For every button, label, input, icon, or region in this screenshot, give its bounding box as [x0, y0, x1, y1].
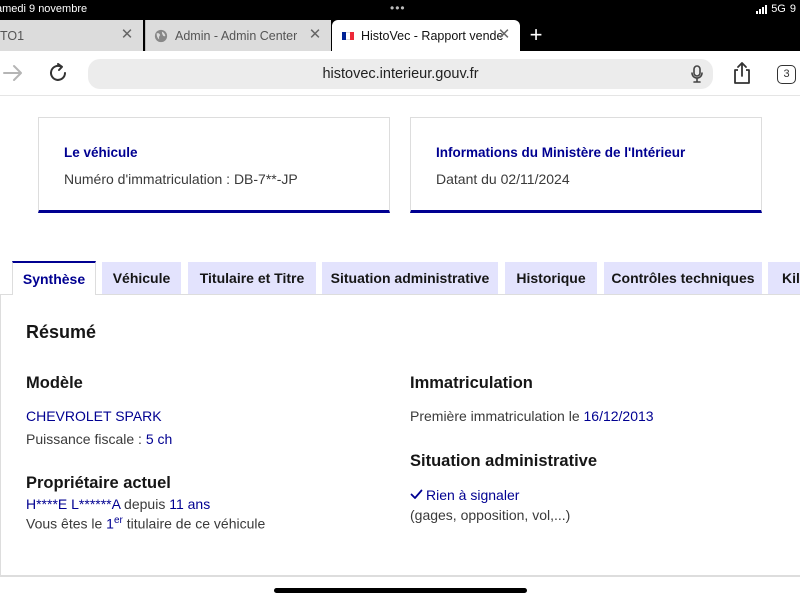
- home-indicator[interactable]: [274, 588, 527, 593]
- check-icon: [410, 489, 423, 499]
- tab-vehicule[interactable]: Véhicule: [102, 262, 181, 294]
- owner-line: H****E L******A depuis 11 ans: [26, 496, 210, 512]
- owner-rank-prefix: Vous êtes le: [26, 515, 107, 532]
- owner-rank: Vous êtes le 1er titulaire de ce véhicul…: [26, 515, 265, 532]
- tab-titulaire-et-titre[interactable]: Titulaire et Titre: [188, 262, 316, 294]
- divider: [0, 576, 800, 577]
- tab-controles-techniques[interactable]: Contrôles techniques: [604, 262, 762, 294]
- reload-icon[interactable]: [47, 62, 69, 84]
- microphone-icon[interactable]: [691, 65, 703, 83]
- model-heading: Modèle: [26, 374, 83, 392]
- ministry-card: Informations du Ministère de l'Intérieur…: [410, 117, 762, 213]
- registration-number-text: Numéro d'immatriculation : DB-7**-JP: [64, 171, 298, 187]
- tab-historique[interactable]: Historique: [505, 262, 597, 294]
- close-tab-icon[interactable]: ✕: [119, 27, 135, 43]
- admin-status: Rien à signaler: [410, 487, 519, 503]
- model-name: CHEVROLET SPARK: [26, 408, 162, 424]
- report-tabs: Synthèse Véhicule Titulaire et Titre Sit…: [0, 261, 800, 295]
- new-tab-button[interactable]: +: [526, 24, 546, 46]
- close-tab-icon[interactable]: ✕: [496, 27, 512, 43]
- browser-tab-title: TO1: [0, 28, 25, 43]
- report-date-text: Datant du 02/11/2024: [436, 171, 570, 187]
- owner-name: H****E L******A: [26, 496, 121, 512]
- ministry-card-title: Informations du Ministère de l'Intérieur: [436, 145, 686, 160]
- signal-icon: [756, 4, 768, 14]
- fiscal-power: Puissance fiscale : 5 ch: [26, 431, 172, 447]
- admin-status-details: (gages, opposition, vol,...): [410, 507, 571, 523]
- browser-tab-2[interactable]: Admin - Admin Center ✕: [145, 20, 331, 51]
- share-icon[interactable]: [732, 61, 752, 85]
- owner-rank-number: 1: [106, 515, 114, 532]
- owner-heading: Propriétaire actuel: [26, 474, 171, 492]
- tab-kilometrage[interactable]: Kilo: [768, 262, 800, 294]
- summary-title: Résumé: [26, 322, 97, 342]
- owner-rank-suffix: titulaire de ce véhicule: [122, 515, 266, 532]
- forward-arrow-icon[interactable]: [2, 63, 24, 83]
- close-tab-icon[interactable]: ✕: [307, 27, 323, 43]
- fiscal-power-value: 5 ch: [145, 431, 173, 447]
- address-bar[interactable]: histovec.interieur.gouv.fr: [88, 59, 713, 89]
- status-bar: amedi 9 novembre ••• 5G 9: [0, 0, 800, 20]
- owner-since-value: 11 ans: [169, 496, 211, 512]
- browser-tab-title: Admin - Admin Center: [175, 28, 298, 43]
- battery-label: 9: [789, 3, 796, 15]
- tab-situation-administrative[interactable]: Situation administrative: [322, 262, 498, 294]
- tab-count-button[interactable]: 3: [777, 65, 796, 84]
- browser-tab-1[interactable]: TO1 ✕: [0, 20, 143, 51]
- globe-icon: [154, 29, 168, 42]
- first-registration-date: 16/12/2013: [583, 408, 654, 424]
- first-registration-label: Première immatriculation le: [410, 408, 584, 424]
- browser-toolbar: histovec.interieur.gouv.fr 3: [0, 51, 800, 96]
- owner-rank-sup: er: [113, 515, 123, 526]
- status-indicators: 5G 9: [756, 3, 796, 15]
- browser-tab-3-active[interactable]: HistoVec - Rapport vende ✕: [332, 20, 520, 51]
- vehicle-card-title: Le véhicule: [64, 145, 138, 160]
- admin-situation-heading: Situation administrative: [410, 452, 598, 470]
- owner-since-label: depuis: [120, 496, 170, 512]
- browser-tab-bar: TO1 ✕ Admin - Admin Center ✕ HistoVec - …: [0, 20, 800, 51]
- url-text: histovec.interieur.gouv.fr: [322, 66, 479, 82]
- status-date: amedi 9 novembre: [0, 3, 88, 15]
- multitasking-dots-icon[interactable]: •••: [390, 1, 406, 15]
- network-label: 5G: [771, 3, 786, 15]
- french-flag-icon: [342, 31, 354, 40]
- admin-status-text: Rien à signaler: [426, 487, 520, 503]
- fiscal-power-label: Puissance fiscale :: [26, 431, 146, 447]
- tab-synthese[interactable]: Synthèse: [12, 261, 96, 295]
- vehicle-card: Le véhicule Numéro d'immatriculation : D…: [38, 117, 390, 213]
- first-registration: Première immatriculation le 16/12/2013: [410, 408, 654, 424]
- registration-heading: Immatriculation: [410, 374, 533, 392]
- browser-tab-title: HistoVec - Rapport vende: [361, 28, 504, 43]
